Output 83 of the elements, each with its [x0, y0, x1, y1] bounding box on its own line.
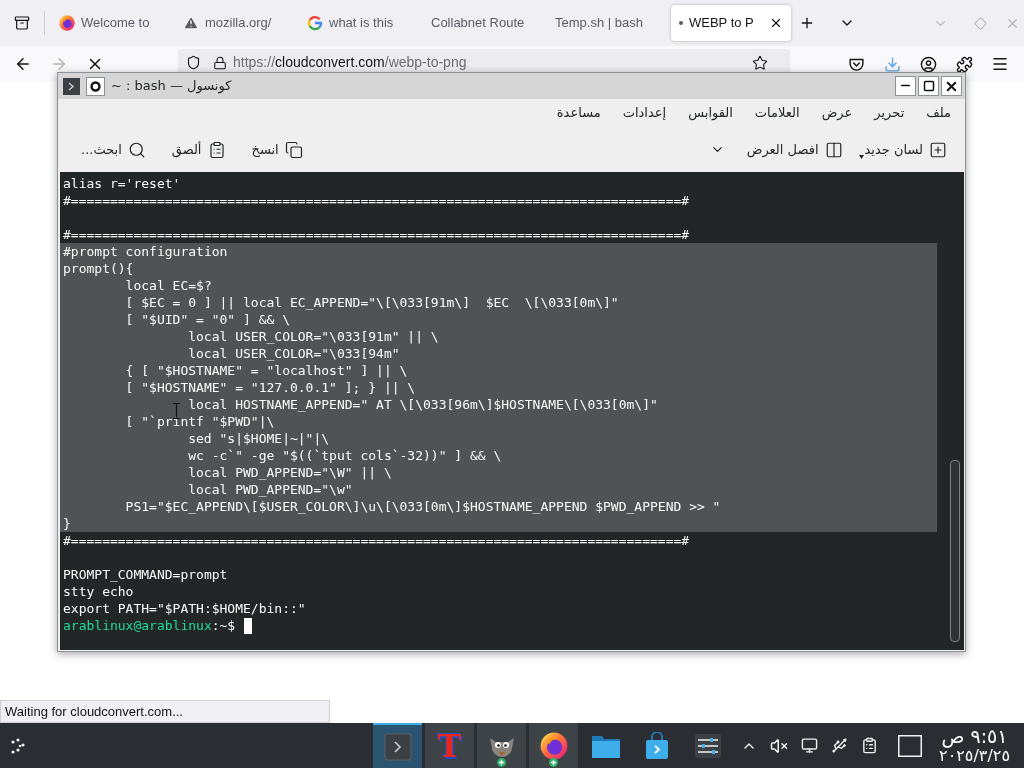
copy-icon — [284, 140, 303, 159]
star-icon[interactable] — [752, 54, 768, 71]
scrollbar-thumb[interactable] — [949, 460, 960, 642]
terminal-line: PS1="$EC_APPEND\[$USER_COLOR\]\u\[\033[0m\]$HOSTNAME_APPEND $PWD_APPEND >> " — [125, 497, 721, 516]
warning-icon — [183, 15, 199, 31]
window-title: ~ : bash — كونسول — [111, 77, 232, 96]
plus-icon[interactable] — [799, 15, 815, 31]
shell-prompt: arablinux@arablinux:~$ — [63, 616, 236, 635]
terminal-line: local PWD_APPEND="\w" — [188, 480, 353, 499]
status-text: Waiting for cloudconvert.com... — [0, 700, 330, 723]
terminal-line: } — [63, 514, 71, 533]
terminal-line: [ "$UID" = "0" ] && \ — [125, 310, 290, 329]
terminal-line: sed "s|$HOME|~|"|\ — [188, 429, 330, 448]
menu-item[interactable]: العلامات — [754, 103, 800, 123]
g-logo-icon — [307, 15, 323, 31]
shield-icon[interactable] — [186, 55, 201, 70]
muted-speaker-icon[interactable] — [770, 736, 788, 755]
terminal-line: local USER_COLOR="\033[94m" — [188, 344, 400, 363]
task-button[interactable] — [477, 723, 526, 768]
address-bar[interactable]: https://cloudconvert.com/webp-to-png — [178, 49, 790, 72]
close-icon[interactable] — [769, 16, 783, 30]
monitor-icon[interactable] — [800, 737, 818, 754]
terminal-line: #==============================================================================# — [63, 225, 690, 244]
menu-item[interactable]: ملف — [926, 103, 951, 123]
terminal-line: local PWD_APPEND="\W" || \ — [188, 463, 392, 482]
menu-item[interactable]: القوابس — [688, 103, 733, 123]
terminal-line: prompt(){ — [63, 259, 134, 278]
terminal-line: PROMPT_COMMAND=prompt — [63, 565, 228, 584]
browser-tab[interactable]: mozilla.org/ — [175, 5, 295, 41]
fox-logo-icon — [539, 731, 568, 760]
maximize-icon — [922, 80, 935, 92]
menu-item[interactable]: تحرير — [874, 103, 905, 123]
ring-icon — [90, 80, 101, 92]
account-icon[interactable] — [919, 55, 937, 73]
terminal-line: local EC=$? — [125, 276, 212, 295]
terminal-icon — [383, 732, 412, 761]
terminal-line: stty echo — [63, 582, 134, 601]
clock-date[interactable]: ٢٠٢٥/٣/٢٥ — [939, 747, 1010, 765]
terminal-line: alias r='reset' — [63, 174, 181, 193]
menu-icon[interactable] — [991, 55, 1009, 73]
menu-item[interactable]: عرض — [821, 103, 853, 123]
terminal-line: [ "$HOSTNAME" = "127.0.0.1" ]; } || \ — [125, 378, 416, 397]
terminal-icon — [63, 77, 80, 95]
archive-icon[interactable] — [14, 15, 30, 31]
browser-tab[interactable]: Temp.sh | bash — [547, 5, 667, 41]
terminal-line: #==============================================================================# — [63, 531, 690, 550]
browser-tab[interactable]: what is this — [299, 5, 419, 41]
terminal-line: [ $EC = 0 ] || local EC_APPEND="\[\033[91m\] $EC \[\033[0m\]" — [125, 293, 619, 312]
dots-icon[interactable] — [9, 736, 27, 755]
puzzle-icon[interactable] — [955, 55, 973, 73]
title-bar-button[interactable] — [86, 76, 105, 96]
lock-icon[interactable] — [213, 55, 227, 70]
browser-tab[interactable]: WEBP to P — [671, 5, 791, 41]
clock-time[interactable]: ٩:٥١ ص — [941, 726, 1008, 747]
close-button[interactable] — [941, 76, 962, 96]
copy-button[interactable]: انسخ — [245, 134, 303, 165]
minimize-button[interactable] — [895, 76, 916, 96]
browser-tab[interactable]: Welcome to — [51, 5, 171, 41]
download-icon[interactable] — [883, 55, 901, 73]
shopping-bag-icon[interactable] — [643, 731, 670, 760]
text-cursor — [244, 617, 253, 634]
sliders-icon[interactable] — [694, 733, 721, 758]
back-icon[interactable] — [14, 55, 32, 73]
terminal-line: [ "`printf "$PWD"|\ — [125, 412, 275, 431]
app-letter: T — [437, 728, 462, 763]
browser-tab[interactable]: Collabnet Route — [423, 5, 543, 41]
terminal-line: #==============================================================================# — [63, 191, 690, 210]
terminal-line: { [ "$HOSTNAME" = "localhost" ] || \ — [125, 361, 408, 380]
maximize-button[interactable] — [918, 76, 939, 96]
terminal-line: local USER_COLOR="\033[91m" || \ — [188, 327, 439, 346]
show-desktop-icon[interactable] — [898, 734, 922, 757]
terminal-line: #prompt configuration — [63, 242, 228, 261]
terminal-line: wc -c`" -ge "$((`tput cols`-32))" ] && \ — [188, 446, 502, 465]
usb-icon[interactable] — [830, 737, 848, 754]
terminal-line: local HOSTNAME_APPEND=" AT \[\033[96m\]$HOSTNAME\[\033[0m\]" — [188, 395, 658, 414]
new-tab-icon — [929, 140, 947, 159]
terminal-line: export PATH="$PATH:$HOME/bin::" — [63, 599, 306, 618]
url-text[interactable]: https://cloudconvert.com/webp-to-png — [233, 54, 467, 71]
task-button[interactable] — [373, 723, 422, 768]
fox-logo-icon — [59, 15, 75, 31]
task-button[interactable] — [529, 723, 578, 768]
clipboard-icon[interactable] — [860, 737, 878, 754]
clipboard-icon — [207, 140, 226, 159]
